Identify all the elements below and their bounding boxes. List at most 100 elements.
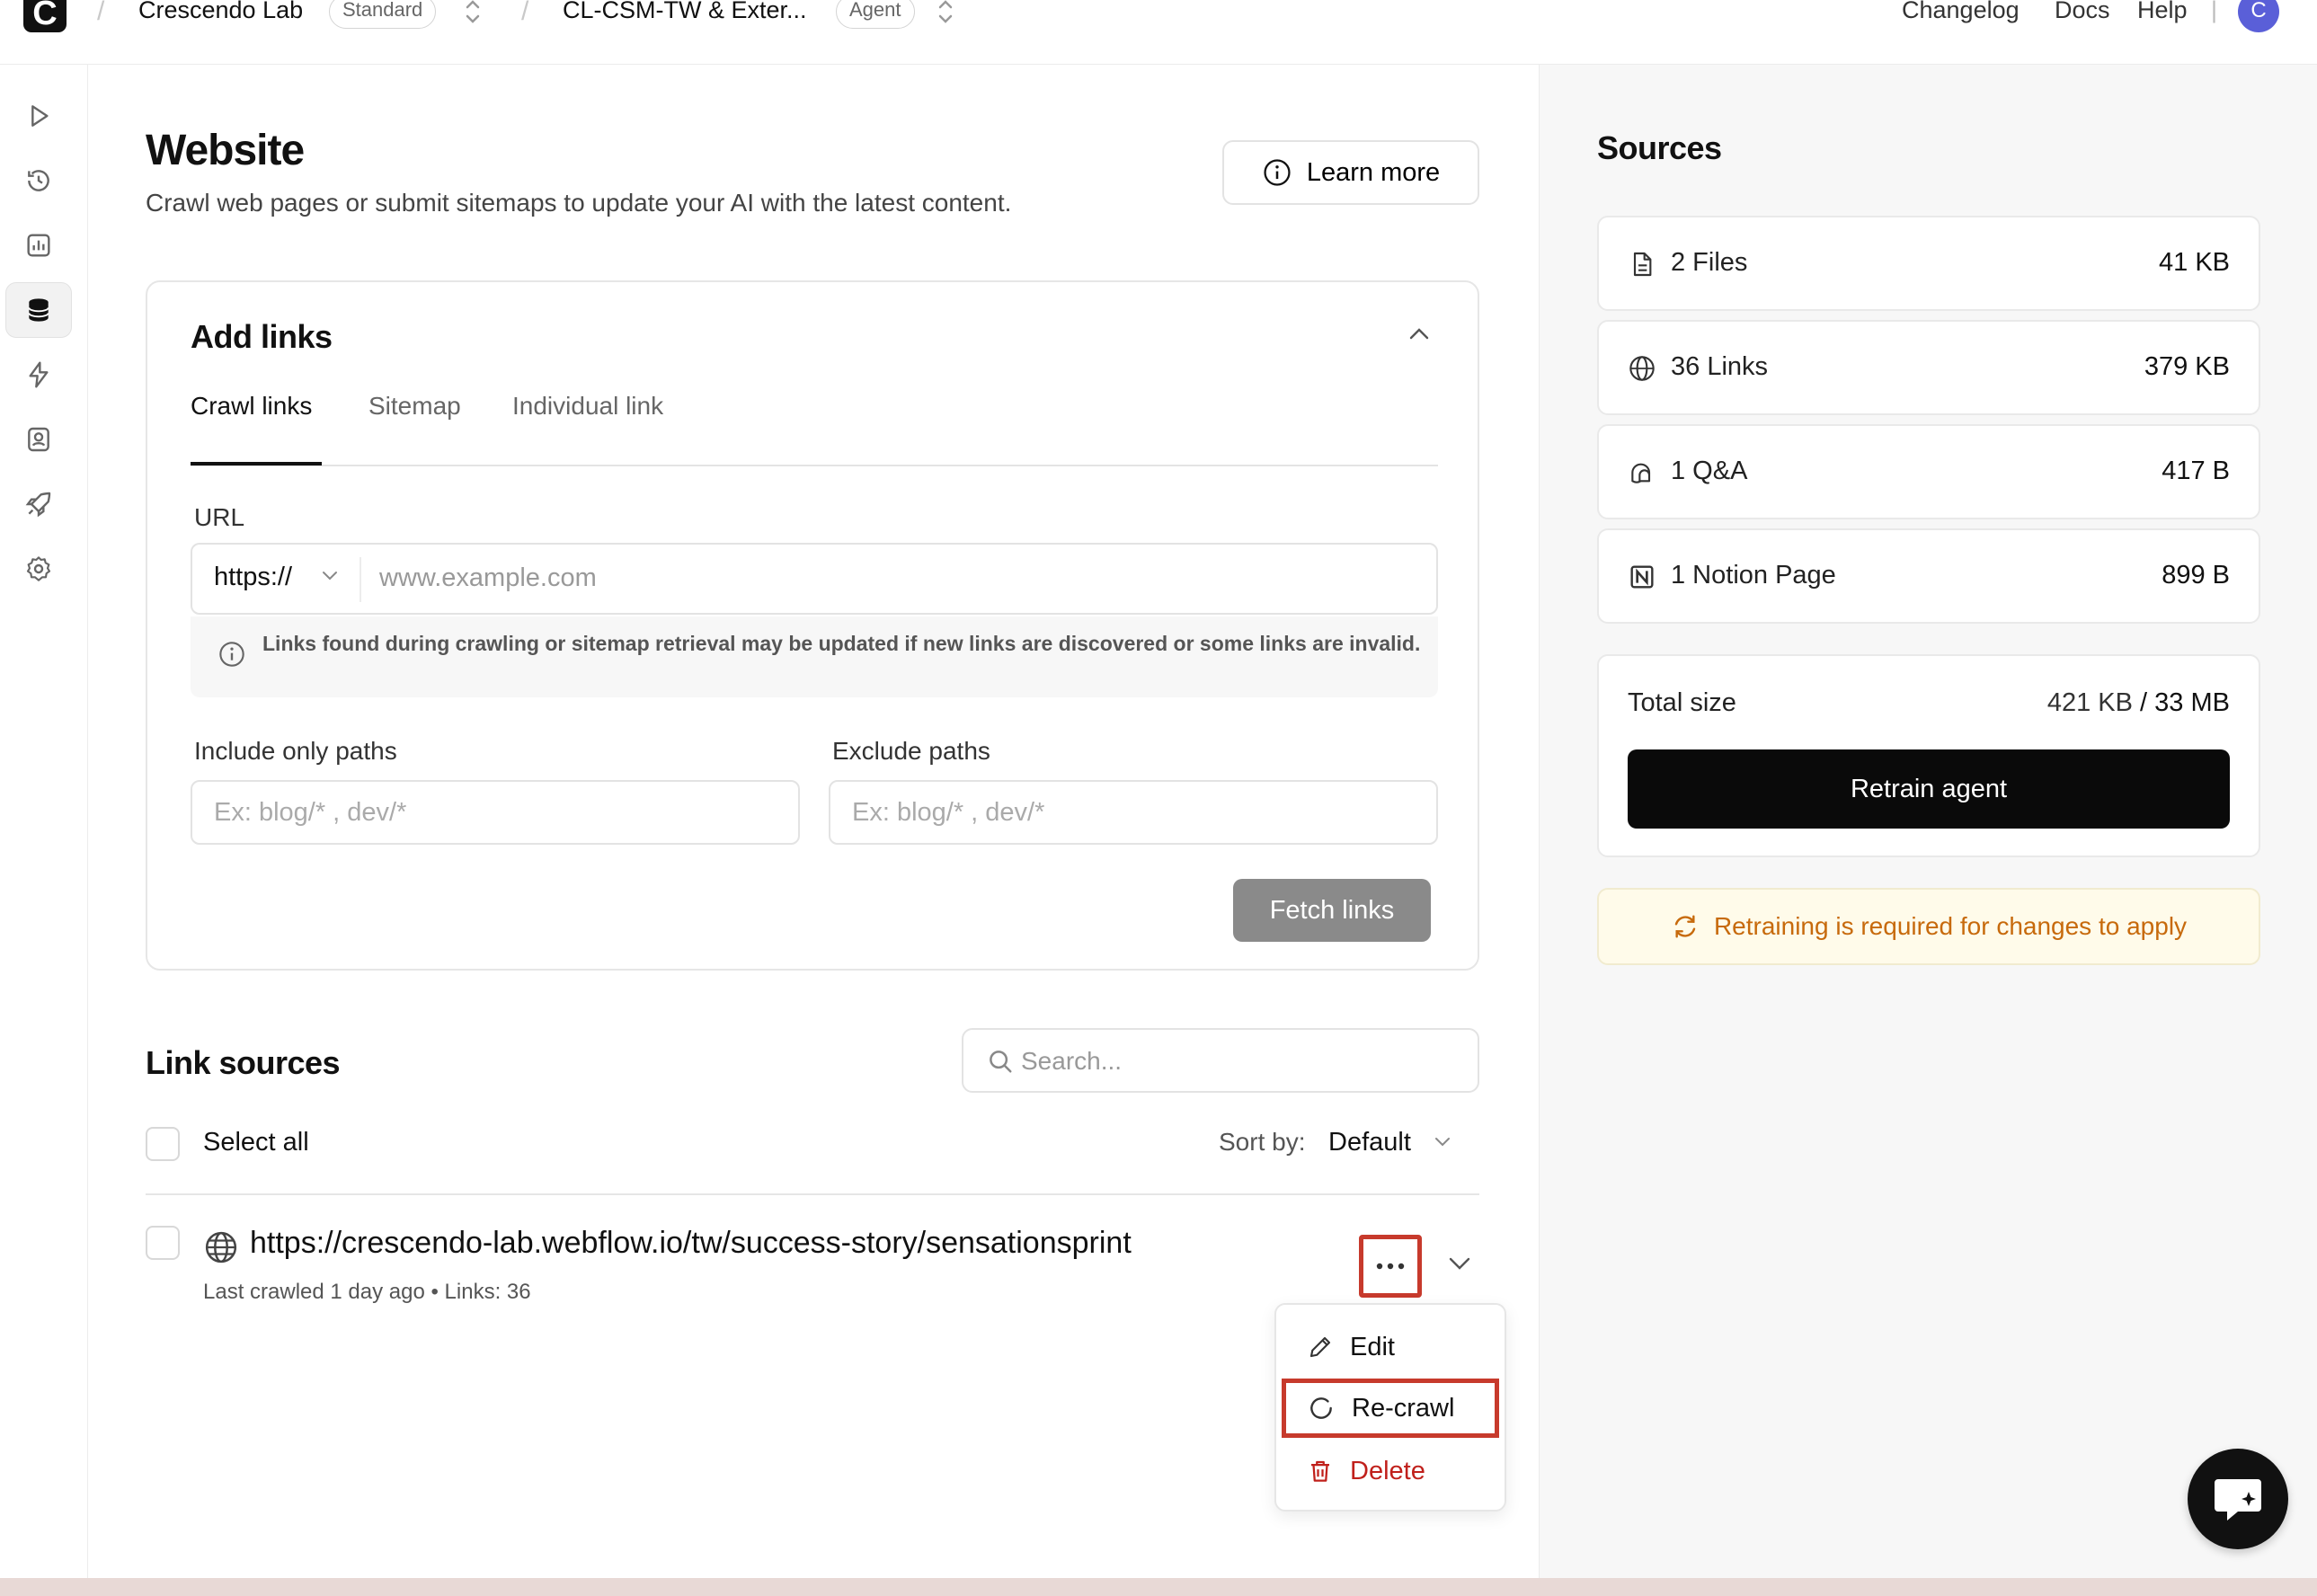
link-source-url[interactable]: https://crescendo-lab.webflow.io/tw/succ…	[250, 1226, 1132, 1261]
qa-icon	[1631, 463, 1651, 483]
tab-crawl-links[interactable]: Crawl links	[191, 392, 312, 421]
learn-more-button[interactable]: Learn more	[1222, 140, 1479, 205]
source-links-size: 379 KB	[2144, 352, 2230, 381]
chevron-up-icon[interactable]	[1407, 325, 1431, 341]
source-files-label: 2 Files	[1671, 248, 1748, 277]
pencil-icon	[1309, 1336, 1331, 1358]
info-icon	[219, 642, 244, 667]
retrain-warning-text: Retraining is required for changes to ap…	[1713, 912, 2188, 940]
url-field[interactable]: https:// www.example.com	[191, 543, 1438, 615]
menu-item-delete[interactable]: Delete	[1282, 1441, 1499, 1501]
file-icon	[1633, 252, 1652, 277]
breadcrumb-separator: /	[521, 0, 529, 26]
retrain-warning: Retraining is required for changes to ap…	[1597, 888, 2260, 965]
list-divider	[146, 1193, 1479, 1195]
deploy-icon[interactable]	[5, 476, 72, 532]
app-logo[interactable]: C	[23, 0, 67, 32]
breadcrumb-separator: /	[97, 0, 105, 26]
search-icon	[990, 1051, 1012, 1073]
trash-icon	[1311, 1460, 1329, 1482]
source-qa: 1 Q&A 417 B	[1597, 424, 2260, 519]
tab-individual-link[interactable]: Individual link	[512, 392, 663, 421]
tabs-divider	[191, 465, 1438, 466]
changelog-link[interactable]: Changelog	[1902, 0, 2020, 24]
select-all-checkbox[interactable]	[146, 1127, 180, 1161]
agent-name[interactable]: CL-CSM-TW & Exter...	[563, 0, 807, 24]
sort-select[interactable]: Default	[1328, 1128, 1411, 1157]
total-size-label: Total size	[1628, 688, 1736, 717]
chevron-down-icon[interactable]	[320, 568, 340, 582]
select-all-label[interactable]: Select all	[203, 1128, 309, 1157]
source-notion-label: 1 Notion Page	[1671, 561, 1836, 590]
agent-switcher-icon[interactable]	[935, 0, 956, 29]
chat-icon	[2215, 1479, 2261, 1521]
play-icon[interactable]	[5, 88, 72, 144]
sort-label: Sort by:	[1219, 1128, 1306, 1156]
chat-widget-button[interactable]	[2188, 1449, 2288, 1549]
topbar-divider: |	[2211, 0, 2218, 23]
integrations-icon[interactable]	[5, 347, 72, 403]
source-notion: 1 Notion Page 899 B	[1597, 528, 2260, 624]
include-paths-input[interactable]: Ex: blog/* , dev/*	[191, 780, 800, 845]
tab-sitemap[interactable]: Sitemap	[368, 392, 461, 421]
fetch-links-button[interactable]: Fetch links	[1233, 879, 1431, 942]
workspace-name[interactable]: Crescendo Lab	[138, 0, 303, 24]
more-actions-button[interactable]	[1359, 1235, 1422, 1298]
refresh-icon	[1310, 1397, 1332, 1419]
link-source-meta: Last crawled 1 day ago • Links: 36	[203, 1280, 531, 1304]
docs-link[interactable]: Docs	[2055, 0, 2110, 24]
active-tab-indicator	[191, 462, 322, 466]
source-files-size: 41 KB	[2159, 248, 2230, 277]
avatar[interactable]: C	[2238, 0, 2279, 32]
add-links-title: Add links	[191, 318, 333, 355]
more-horizontal-icon	[1376, 1263, 1405, 1270]
add-links-card: Add links Crawl links Sitemap Individual…	[146, 280, 1479, 971]
sources-title: Sources	[1597, 129, 1722, 166]
menu-item-edit[interactable]: Edit	[1282, 1317, 1499, 1377]
source-links: 36 Links 379 KB	[1597, 320, 2260, 415]
url-divider	[360, 557, 361, 602]
main-content: Website Crawl web pages or submit sitema…	[88, 65, 1539, 1578]
link-sources-title: Link sources	[146, 1044, 341, 1081]
source-qa-size: 417 B	[2162, 457, 2230, 485]
workspace-switcher-icon[interactable]	[462, 0, 484, 29]
workspace-plan-badge: Standard	[329, 0, 437, 29]
notion-icon	[1630, 565, 1654, 589]
total-size-value: 421 KB / 33 MB	[2046, 688, 2230, 717]
database-icon[interactable]	[5, 282, 72, 338]
sources-panel: Sources 2 Files 41 KB 36 Links 379 KB 1 …	[1539, 65, 2317, 1578]
contacts-icon[interactable]	[5, 412, 72, 467]
top-bar: C / Crescendo Lab Standard / CL-CSM-TW &…	[0, 0, 2317, 65]
analytics-icon[interactable]	[5, 217, 72, 273]
include-paths-label: Include only paths	[194, 737, 397, 765]
retrain-agent-button[interactable]: Retrain agent	[1628, 749, 2230, 829]
url-input[interactable]: www.example.com	[379, 563, 597, 593]
exclude-paths-label: Exclude paths	[832, 737, 990, 765]
agent-type-badge: Agent	[836, 0, 915, 29]
history-icon[interactable]	[5, 153, 72, 208]
crawl-info-text: Links found during crawling or sitemap r…	[262, 632, 1421, 655]
source-links-label: 36 Links	[1671, 352, 1769, 381]
row-checkbox[interactable]	[146, 1226, 180, 1260]
page-title: Website	[146, 127, 305, 174]
protocol-select[interactable]: https://	[214, 563, 292, 592]
url-label: URL	[194, 503, 245, 531]
page-subtitle: Crawl web pages or submit sitemaps to up…	[146, 189, 1012, 217]
learn-more-label: Learn more	[1306, 157, 1441, 187]
refresh-icon	[1674, 915, 1696, 938]
info-icon	[1264, 159, 1291, 186]
search-input[interactable]: Search...	[962, 1028, 1479, 1093]
exclude-paths-input[interactable]: Ex: blog/* , dev/*	[829, 780, 1438, 845]
source-notion-size: 899 B	[2162, 561, 2230, 590]
sidebar	[0, 65, 88, 1578]
menu-item-recrawl[interactable]: Re-crawl	[1282, 1379, 1499, 1438]
total-size-card: Total size 421 KB / 33 MB Retrain agent	[1597, 654, 2260, 857]
chevron-down-icon[interactable]	[1433, 1134, 1452, 1148]
window-bottom-edge	[0, 1578, 2317, 1596]
search-placeholder: Search...	[1021, 1047, 1123, 1075]
menu-item-edit-label: Edit	[1350, 1332, 1395, 1361]
chevron-down-icon[interactable]	[1447, 1255, 1472, 1272]
source-qa-label: 1 Q&A	[1671, 457, 1748, 485]
settings-icon[interactable]	[5, 541, 72, 597]
help-link[interactable]: Help	[2137, 0, 2188, 24]
